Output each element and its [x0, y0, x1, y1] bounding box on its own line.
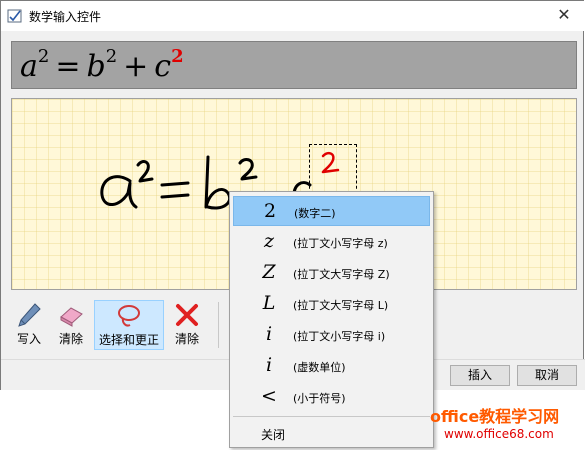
menu-item-symbol: i [265, 323, 273, 345]
menu-item-description: (拉丁文小写字母 z) [293, 237, 388, 250]
math-input-app-icon [7, 9, 22, 23]
formula-exponent-c-highlighted: 2 [171, 46, 184, 67]
title-bar: 数学输入控件 ✕ [1, 1, 585, 31]
formula-exponent-a: 2 [37, 46, 50, 67]
menu-divider [233, 416, 430, 417]
formula-term-c: c [154, 49, 172, 84]
eraser-icon [60, 307, 83, 327]
menu-item-symbol: < [261, 385, 277, 407]
window-title: 数学输入控件 [29, 10, 102, 24]
menu-item-symbol: 2 [263, 200, 277, 222]
formula-plus: + [123, 49, 149, 84]
menu-item-uppercase-z[interactable]: Z (拉丁文大写字母 Z) [233, 258, 430, 288]
ink-toolbar: 写入 清除 选择和更正 清除 [11, 298, 221, 354]
cancel-button[interactable]: 取消 [517, 365, 577, 386]
toolbar-divider [218, 302, 219, 348]
clear-tool-label: 清除 [174, 332, 199, 346]
erase-tool-label: 清除 [58, 332, 83, 346]
menu-item-description: (拉丁文大写字母 L) [293, 299, 389, 312]
selection-box[interactable] [309, 144, 357, 194]
menu-item-symbol: Z [262, 261, 276, 283]
menu-item-lowercase-i[interactable]: i (拉丁文小写字母 i) [233, 320, 430, 350]
menu-item-description: (数字二) [294, 207, 336, 220]
formula-text: a2 = b2 + c2 [20, 46, 184, 84]
menu-item-imaginary-unit[interactable]: i (虚数单位) [233, 351, 430, 381]
menu-item-lowercase-z[interactable]: z (拉丁文小写字母 z) [233, 227, 430, 257]
menu-item-description: (拉丁文小写字母 i) [293, 330, 386, 343]
watermark-url: www.office68.com [444, 427, 554, 441]
menu-item-less-than[interactable]: < (小于符号) [233, 382, 430, 412]
formula-term-a: a [20, 49, 38, 84]
menu-item-symbol: z [263, 230, 274, 252]
watermark-title: office教程学习网 [430, 407, 560, 426]
clear-x-icon [176, 304, 198, 326]
formula-equals: = [55, 49, 81, 84]
menu-item-description: (小于符号) [293, 392, 346, 405]
menu-item-uppercase-l[interactable]: L (拉丁文大写字母 L) [233, 289, 430, 319]
recognized-formula-preview: a2 = b2 + c2 [11, 41, 577, 89]
pen-icon [18, 303, 41, 327]
write-tool-label: 写入 [16, 332, 41, 346]
menu-item-symbol: L [262, 292, 276, 314]
menu-item-symbol: i [265, 354, 273, 376]
select-correct-tool-button[interactable]: 选择和更正 [94, 300, 164, 350]
select-correct-tool-label: 选择和更正 [98, 333, 159, 347]
write-tool-button[interactable]: 写入 [11, 300, 47, 350]
erase-tool-button[interactable]: 清除 [51, 300, 91, 350]
insert-button[interactable]: 插入 [450, 365, 510, 386]
menu-close-item[interactable]: 关闭 [261, 426, 285, 443]
lasso-icon [118, 305, 140, 327]
formula-term-b: b [86, 49, 106, 84]
menu-item-digit-two[interactable]: 2 (数字二) [233, 196, 430, 226]
menu-item-description: (拉丁文大写字母 Z) [293, 268, 390, 281]
close-window-button[interactable]: ✕ [553, 5, 575, 24]
formula-exponent-b: 2 [105, 46, 118, 67]
correction-context-menu: 2 (数字二) z (拉丁文小写字母 z) Z (拉丁文大写字母 Z) L (拉… [229, 191, 434, 448]
clear-tool-button[interactable]: 清除 [169, 300, 205, 350]
watermark: office教程学习网 www.office68.com [430, 403, 580, 441]
menu-item-description: (虚数单位) [293, 361, 346, 374]
